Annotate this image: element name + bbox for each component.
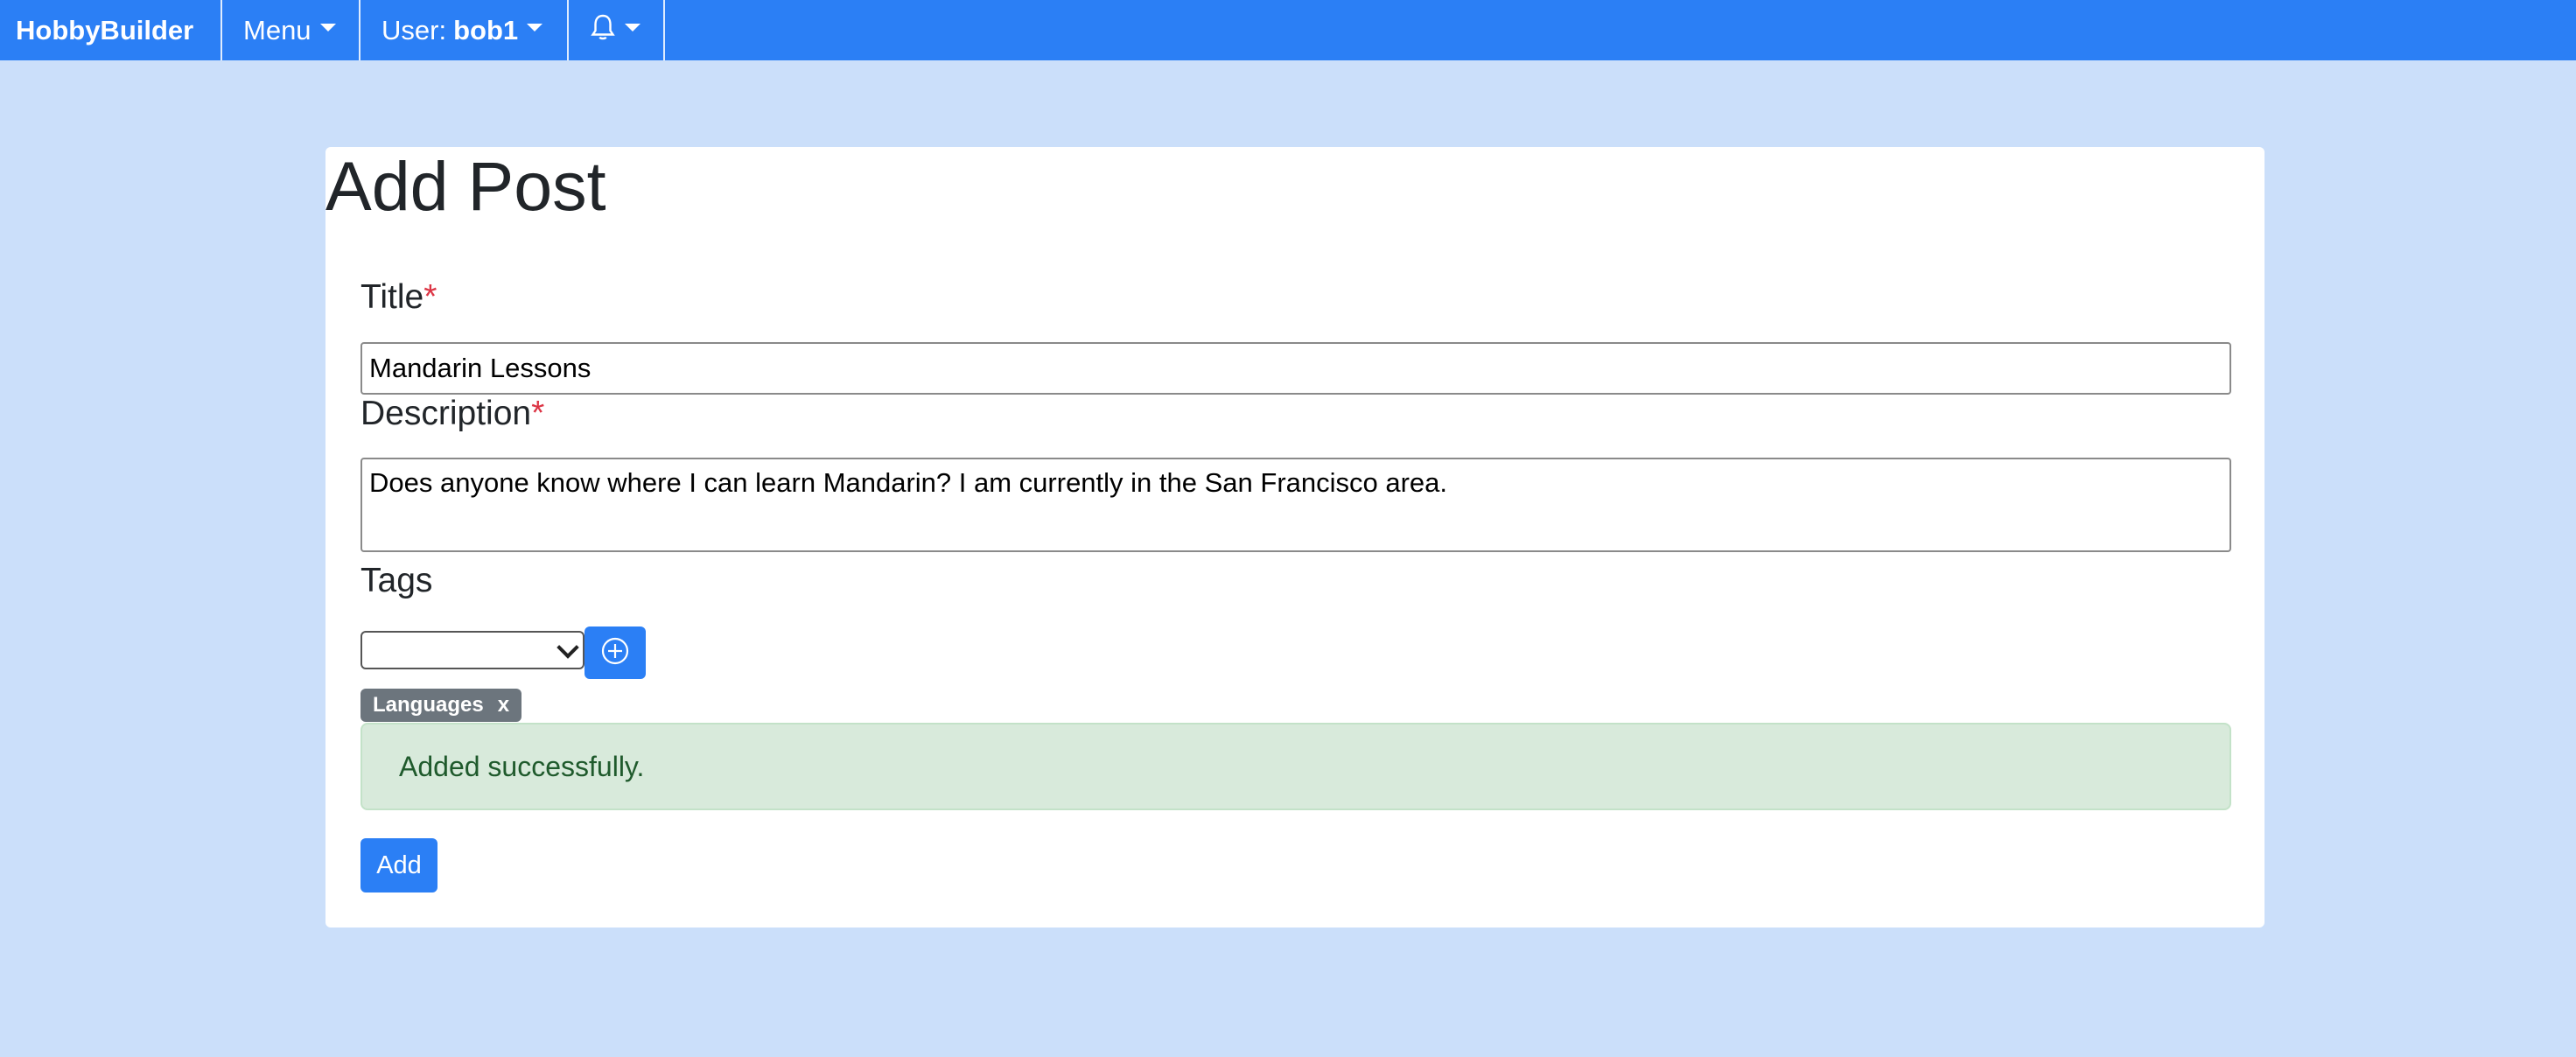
user-dropdown[interactable]: User: bob1 (360, 0, 569, 60)
caret-down-icon (527, 24, 543, 32)
title-label: Title* (360, 278, 437, 317)
description-label: Description* (360, 395, 544, 433)
add-tag-button[interactable] (584, 626, 646, 679)
notifications-dropdown[interactable] (569, 0, 665, 60)
required-marker: * (424, 278, 438, 316)
title-input[interactable]: Mandarin Lessons (360, 342, 2231, 395)
tag-badge: Languages x (360, 689, 522, 722)
caret-down-icon (319, 24, 336, 32)
remove-tag-button[interactable]: x (498, 693, 509, 718)
title-label-text: Title (360, 278, 424, 316)
tag-label: Languages (373, 693, 484, 717)
top-navbar: HobbyBuilder Menu User: bob1 (0, 0, 2576, 60)
success-alert: Added successfully. (360, 723, 2231, 810)
menu-label: Menu (243, 14, 312, 46)
alert-text: Added successfully. (399, 750, 645, 782)
description-textarea[interactable]: Does anyone know where I can learn Manda… (360, 458, 2231, 552)
username: bob1 (453, 14, 519, 46)
plus-circle-icon (600, 636, 630, 670)
menu-dropdown[interactable]: Menu (222, 0, 360, 60)
brand-link[interactable]: HobbyBuilder (0, 0, 222, 60)
add-post-card: Add Post Title* Mandarin Lessons Descrip… (326, 147, 2264, 928)
bell-icon (590, 13, 616, 48)
chevron-down-icon (556, 636, 579, 659)
required-marker: * (531, 395, 545, 432)
tags-label: Tags (360, 562, 433, 599)
description-label-text: Description (360, 395, 532, 432)
add-post-button[interactable]: Add (360, 838, 438, 892)
tags-select[interactable] (360, 631, 584, 669)
page-title: Add Post (326, 147, 606, 225)
caret-down-icon (625, 24, 640, 32)
user-prefix: User: (382, 14, 447, 46)
brand-label: HobbyBuilder (16, 14, 194, 46)
